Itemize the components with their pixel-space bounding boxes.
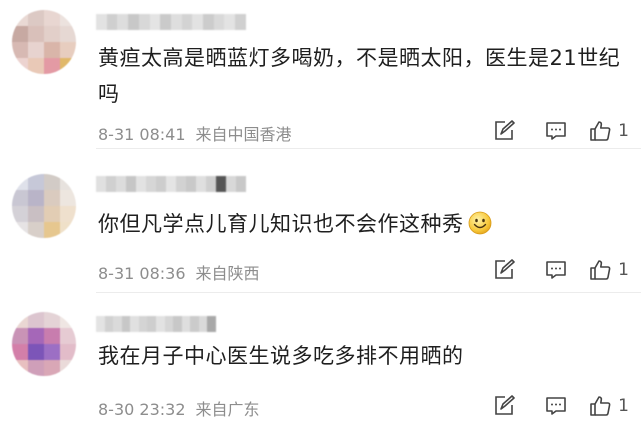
comment-date: 8-31 08:41 bbox=[98, 125, 186, 144]
like-button[interactable]: 1 bbox=[588, 256, 629, 284]
comment-meta: 8-31 08:36 来自陕西 bbox=[98, 260, 260, 284]
username-blurred[interactable] bbox=[96, 14, 246, 30]
comment-meta: 8-30 23:32 来自广东 bbox=[98, 396, 260, 420]
thumbs-up-icon bbox=[588, 119, 612, 143]
smiley-emoji-icon bbox=[468, 211, 491, 235]
comment-item: 黄疸太高是晒蓝灯多喝奶，不是晒太阳，医生是21世纪吗 8-31 08:41 来自中… bbox=[0, 0, 641, 148]
avatar[interactable] bbox=[12, 174, 76, 238]
comment-item: 我在月子中心医生说多吃多排不用晒的 8-30 23:32 来自广东 1 bbox=[0, 292, 641, 429]
reply-button[interactable] bbox=[530, 392, 582, 420]
comment-date: 8-31 08:36 bbox=[98, 264, 186, 283]
comment-actions: 1 bbox=[478, 117, 629, 145]
comment-text: 我在月子中心医生说多吃多排不用晒的 bbox=[98, 344, 464, 368]
comment-text: 你但凡学点儿育儿知识也不会作这种秀 bbox=[98, 206, 629, 242]
comment-icon bbox=[544, 394, 568, 418]
comment-location: 来自中国香港 bbox=[195, 125, 292, 144]
avatar[interactable] bbox=[12, 10, 76, 74]
like-button[interactable]: 1 bbox=[588, 117, 629, 145]
reply-button[interactable] bbox=[530, 117, 582, 145]
edit-icon bbox=[492, 258, 516, 282]
edit-icon bbox=[492, 119, 516, 143]
comment-date: 8-30 23:32 bbox=[98, 400, 186, 419]
username-blurred[interactable] bbox=[96, 176, 246, 192]
edit-icon bbox=[492, 394, 516, 418]
comment-text: 黄疸太高是晒蓝灯多喝奶，不是晒太阳，医生是21世纪吗 bbox=[98, 46, 621, 106]
comment-actions: 1 bbox=[478, 392, 629, 420]
edit-button[interactable] bbox=[478, 392, 530, 420]
like-button[interactable]: 1 bbox=[588, 392, 629, 420]
thumbs-up-icon bbox=[588, 394, 612, 418]
edit-button[interactable] bbox=[478, 117, 530, 145]
like-count: 1 bbox=[618, 121, 629, 141]
like-count: 1 bbox=[618, 260, 629, 280]
divider bbox=[96, 148, 641, 149]
comment-text-body: 你但凡学点儿育儿知识也不会作这种秀 bbox=[98, 212, 464, 236]
comment-meta: 8-31 08:41 来自中国香港 bbox=[98, 121, 292, 145]
username-blurred[interactable] bbox=[96, 316, 216, 332]
comment-item: 你但凡学点儿育儿知识也不会作这种秀 8-31 08:36 来自陕西 1 bbox=[0, 148, 641, 292]
reply-button[interactable] bbox=[530, 256, 582, 284]
avatar[interactable] bbox=[12, 312, 76, 376]
divider bbox=[96, 292, 641, 293]
comment-location: 来自广东 bbox=[195, 400, 260, 419]
comment-icon bbox=[544, 119, 568, 143]
like-count: 1 bbox=[618, 396, 629, 416]
comment-actions: 1 bbox=[478, 256, 629, 284]
comment-icon bbox=[544, 258, 568, 282]
edit-button[interactable] bbox=[478, 256, 530, 284]
comment-location: 来自陕西 bbox=[195, 264, 260, 283]
thumbs-up-icon bbox=[588, 258, 612, 282]
